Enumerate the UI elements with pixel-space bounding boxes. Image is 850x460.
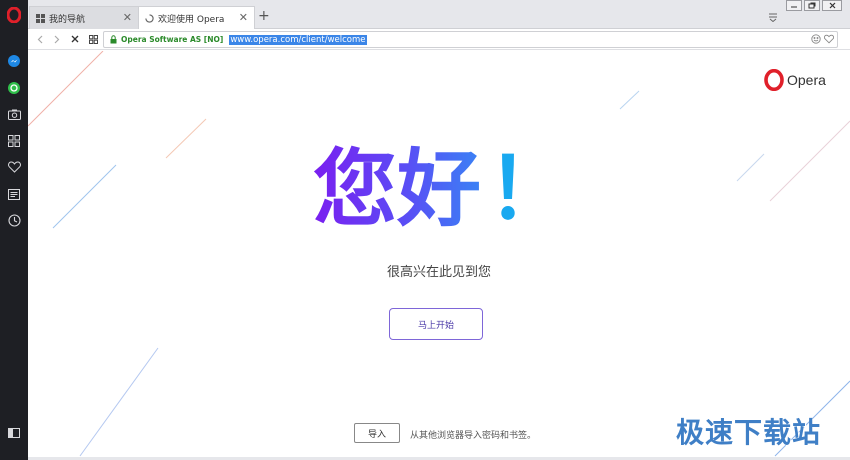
speed-dial-grid-icon: [36, 13, 45, 23]
snapshot-smiley-icon[interactable]: [811, 34, 821, 44]
close-button[interactable]: [822, 0, 842, 11]
tab-menu-icon[interactable]: [768, 7, 778, 26]
decorative-lines: [28, 51, 850, 457]
tab-title: 我的导航: [49, 14, 86, 25]
hello-exclamation: ！: [487, 140, 572, 238]
hello-text: 您好: [313, 140, 482, 238]
tab-title: 欢迎使用 Opera: [158, 15, 225, 25]
news-icon[interactable]: [4, 184, 24, 204]
address-bar[interactable]: Opera Software AS [NO] www.opera.com/cli…: [103, 31, 838, 48]
sidebar-toggle-icon[interactable]: [4, 423, 24, 443]
tab-close-icon[interactable]: ✕: [123, 11, 132, 24]
speed-dial-icon: [88, 34, 98, 44]
opera-menu-icon[interactable]: [4, 5, 24, 25]
bookmark-heart-icon[interactable]: [824, 34, 834, 44]
restore-icon: [808, 2, 816, 9]
forward-button[interactable]: [50, 32, 64, 46]
tab-strip: 我的导航 ✕ 欢迎使用 Opera ✕ +: [28, 0, 850, 30]
welcome-page: Opera 您好！ 很高兴在此见到您 马上开始 导入 从其他浏览器导入密码和书签…: [28, 51, 850, 457]
chevron-left-icon: [37, 35, 43, 43]
opera-logo-text: Opera: [787, 72, 826, 88]
close-icon: [829, 2, 835, 9]
whatsapp-icon[interactable]: [4, 78, 24, 98]
maximize-button[interactable]: [804, 0, 820, 11]
address-bar-actions: [811, 34, 834, 44]
import-button[interactable]: 导入: [354, 423, 400, 443]
minimize-button[interactable]: [786, 0, 802, 11]
history-clock-icon[interactable]: [4, 210, 24, 230]
tab-my-navigation[interactable]: 我的导航 ✕: [29, 6, 139, 29]
sidebar: [0, 0, 28, 460]
tab-welcome[interactable]: 欢迎使用 Opera ✕: [138, 6, 255, 30]
loading-spinner-icon: [145, 14, 154, 23]
address-toolbar: Opera Software AS [NO] www.opera.com/cli…: [28, 29, 850, 50]
new-tab-button[interactable]: +: [258, 8, 270, 24]
opera-logo-icon: [764, 69, 784, 91]
camera-icon[interactable]: [4, 104, 24, 124]
minimize-icon: [791, 6, 797, 7]
watermark-text: 极速下载站: [676, 416, 822, 449]
opera-brand-logo: Opera: [764, 69, 826, 91]
chevron-right-icon: [54, 35, 60, 43]
stop-button[interactable]: [68, 32, 82, 46]
tab-close-icon[interactable]: ✕: [239, 11, 248, 24]
messenger-icon[interactable]: [4, 51, 24, 71]
welcome-subtitle: 很高兴在此见到您: [386, 265, 491, 280]
back-button[interactable]: [33, 32, 47, 46]
heart-icon[interactable]: [4, 157, 24, 177]
url-text[interactable]: www.opera.com/client/welcome: [229, 34, 367, 45]
stop-x-icon: [71, 35, 79, 43]
speed-dial-button[interactable]: [86, 32, 100, 46]
get-started-button[interactable]: 马上开始: [389, 308, 483, 340]
security-certificate-label[interactable]: Opera Software AS [NO]: [121, 35, 223, 44]
import-description: 从其他浏览器导入密码和书签。: [410, 431, 537, 441]
apps-grid-icon[interactable]: [4, 131, 24, 151]
lock-icon: [110, 35, 117, 44]
hello-heading: 您好！: [313, 147, 571, 231]
